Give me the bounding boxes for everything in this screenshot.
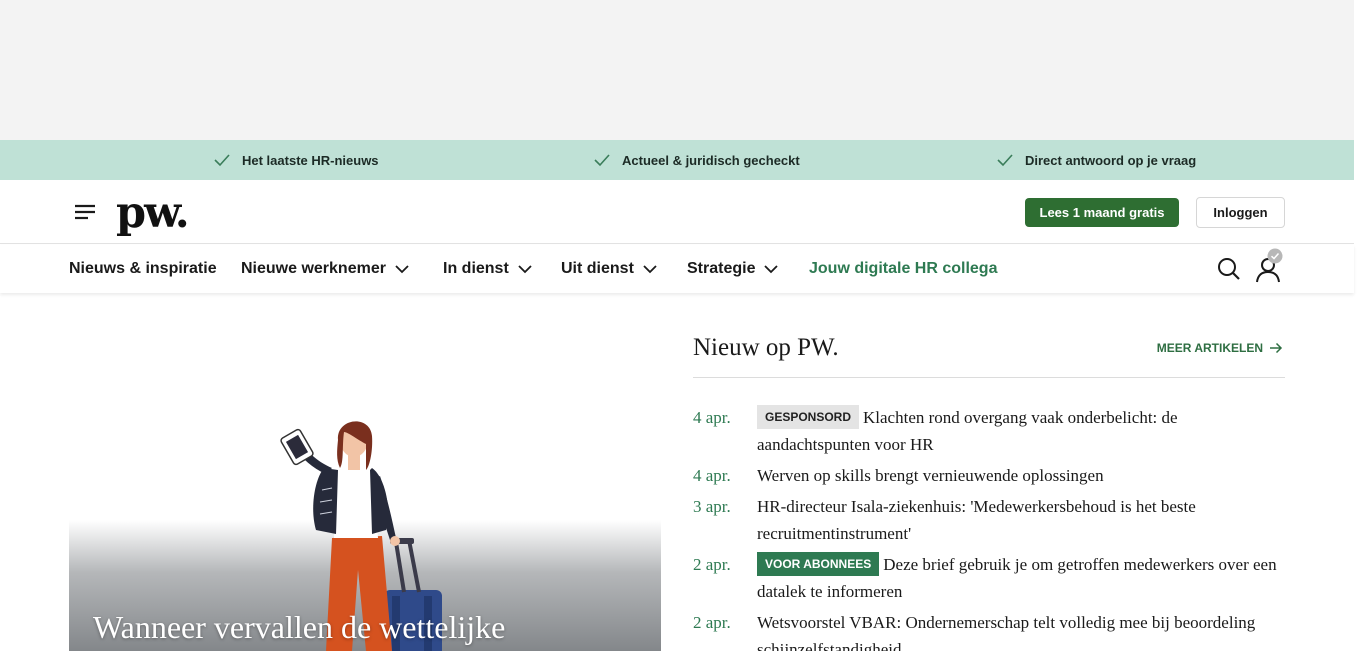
news-item[interactable]: 2 apr. VOOR ABONNEES Deze brief gebruik j… xyxy=(693,551,1285,605)
search-icon xyxy=(1218,258,1240,280)
nav-item-label: Jouw digitale HR collega xyxy=(809,260,998,277)
arrow-right-icon xyxy=(1270,342,1283,354)
account-button[interactable] xyxy=(1255,248,1285,283)
news-panel-title: Nieuw op PW. xyxy=(693,334,839,361)
subscribers-badge: VOOR ABONNEES xyxy=(757,552,880,576)
check-icon xyxy=(594,154,610,167)
check-icon xyxy=(214,154,230,167)
featured-article-title[interactable]: Wanneer vervallen de wettelijke xyxy=(93,609,505,646)
nav-item-label: Strategie xyxy=(687,260,756,277)
search-button[interactable] xyxy=(1216,256,1242,282)
ad-space xyxy=(0,0,1354,140)
more-articles-link[interactable]: MEER ARTIKELEN xyxy=(1157,341,1283,355)
chevron-down-icon xyxy=(764,265,779,274)
usp-label: Het laatste HR-nieuws xyxy=(242,152,379,168)
nav-item-label: Nieuwe werknemer xyxy=(241,260,386,277)
featured-article[interactable]: Wanneer vervallen de wettelijke xyxy=(69,360,661,651)
news-date: 4 apr. xyxy=(693,408,731,427)
chevron-down-icon xyxy=(643,265,657,274)
more-articles-label: MEER ARTIKELEN xyxy=(1156,341,1263,355)
free-trial-button[interactable]: Lees 1 maand gratis xyxy=(1025,198,1179,227)
news-list: 4 apr. GESPONSORD Klachten rond overgang … xyxy=(693,404,1285,651)
news-date: 3 apr. xyxy=(693,497,731,516)
chevron-down-icon xyxy=(518,265,532,274)
news-headline[interactable]: HR-directeur Isala-ziekenhuis: 'Medewerk… xyxy=(757,497,1196,543)
nav-item-in-dienst[interactable]: In dienst xyxy=(443,245,533,293)
news-date: 2 apr. xyxy=(693,555,731,574)
chevron-down-icon xyxy=(395,265,409,274)
usp-label: Direct antwoord op je vraag xyxy=(1025,152,1197,168)
nav-item-uit-dienst[interactable]: Uit dienst xyxy=(561,245,658,293)
news-headline[interactable]: Wetsvoorstel VBAR: Ondernemerschap telt … xyxy=(757,613,1255,651)
check-icon xyxy=(997,154,1013,167)
nav-item-label: Uit dienst xyxy=(561,260,634,277)
news-date: 4 apr. xyxy=(693,466,731,485)
usp-label: Actueel & juridisch gecheckt xyxy=(622,152,800,168)
usp-item: Direct antwoord op je vraag xyxy=(996,140,1196,180)
news-item[interactable]: 4 apr. GESPONSORD Klachten rond overgang … xyxy=(693,404,1285,458)
main-nav: Nieuws & inspiratie Nieuwe werknemer In … xyxy=(0,245,1354,293)
usp-item: Het laatste HR-nieuws xyxy=(213,140,379,180)
nav-item-nieuws[interactable]: Nieuws & inspiratie xyxy=(69,245,217,293)
news-panel: Nieuw op PW. MEER ARTIKELEN 4 apr. GESPO… xyxy=(693,330,1285,651)
nav-item-hr-collega[interactable]: Jouw digitale HR collega xyxy=(809,245,997,293)
status-check-icon xyxy=(1267,248,1283,264)
nav-item-label: Nieuws & inspiratie xyxy=(69,260,217,277)
news-date: 2 apr. xyxy=(693,613,731,632)
usp-item: Actueel & juridisch gecheckt xyxy=(593,140,800,180)
login-button[interactable]: Inloggen xyxy=(1196,197,1285,228)
news-headline[interactable]: Werven op skills brengt vernieuwende opl… xyxy=(757,466,1104,485)
site-logo[interactable]: pw. xyxy=(116,188,190,238)
news-item[interactable]: 4 apr. Werven op skills brengt vernieuwe… xyxy=(693,462,1285,489)
news-item[interactable]: 2 apr. Wetsvoorstel VBAR: Ondernemerscha… xyxy=(693,609,1285,651)
nav-item-nieuwe-werknemer[interactable]: Nieuwe werknemer xyxy=(241,245,410,293)
nav-item-strategie[interactable]: Strategie xyxy=(687,245,779,293)
news-header: Nieuw op PW. MEER ARTIKELEN xyxy=(693,330,1285,378)
hamburger-icon xyxy=(75,204,95,220)
usp-bar: Het laatste HR-nieuws Actueel & juridisc… xyxy=(0,140,1354,180)
nav-item-label: In dienst xyxy=(443,260,509,277)
hamburger-menu-button[interactable] xyxy=(72,200,98,224)
site-header: pw. Lees 1 maand gratis Inloggen xyxy=(0,180,1354,244)
sponsored-badge: GESPONSORD xyxy=(757,405,860,429)
news-item[interactable]: 3 apr. HR-directeur Isala-ziekenhuis: 'M… xyxy=(693,493,1285,547)
